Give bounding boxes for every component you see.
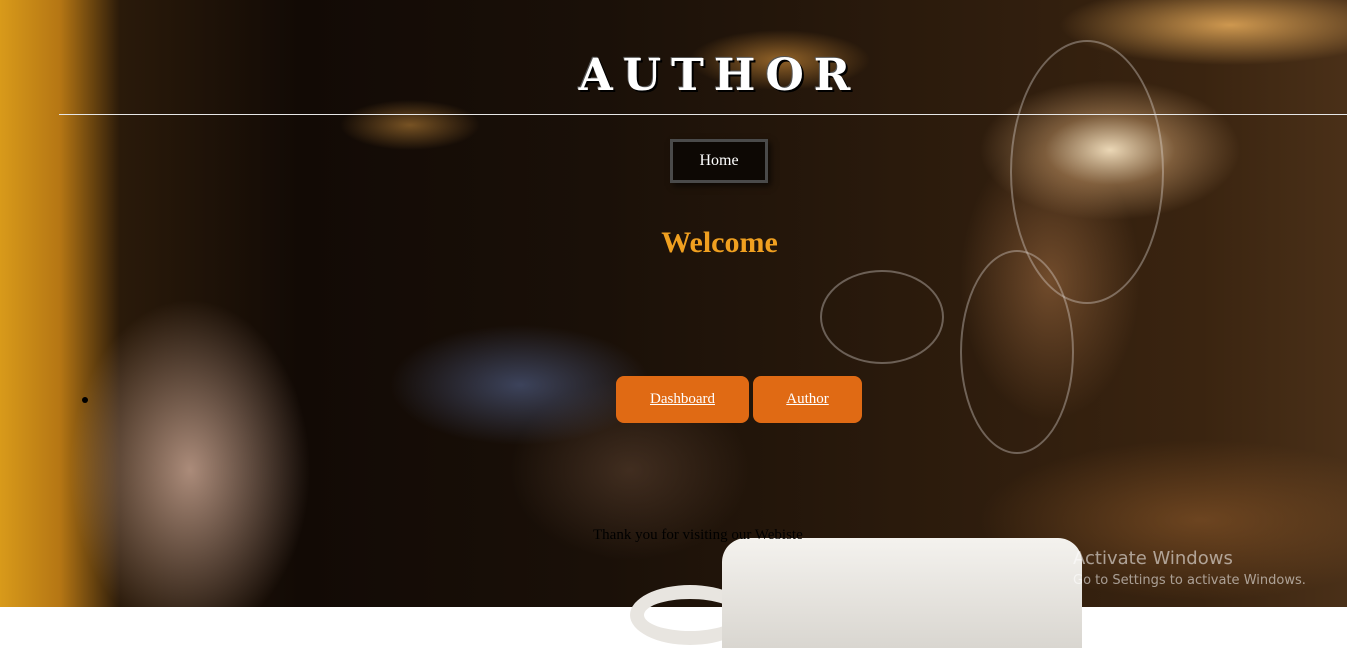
coffee-cup (722, 538, 1082, 648)
list-bullet (82, 397, 88, 403)
welcome-heading: Welcome (661, 226, 778, 259)
site-title: Author (578, 50, 861, 101)
dashboard-button[interactable]: Dashboard (616, 376, 749, 423)
steam-decoration (820, 270, 944, 364)
activate-windows-title: Activate Windows (1073, 548, 1233, 569)
steam-decoration (960, 250, 1074, 454)
thank-you-text: Thank you for visiting our Webiste (593, 527, 803, 543)
activate-windows-watermark: Activate Windows Go to Settings to activ… (1073, 548, 1306, 588)
title-divider (59, 114, 1347, 115)
author-button[interactable]: Author (753, 376, 862, 423)
nav-home-link[interactable]: Home (670, 139, 768, 183)
activate-windows-subtitle: Go to Settings to activate Windows. (1073, 573, 1306, 588)
